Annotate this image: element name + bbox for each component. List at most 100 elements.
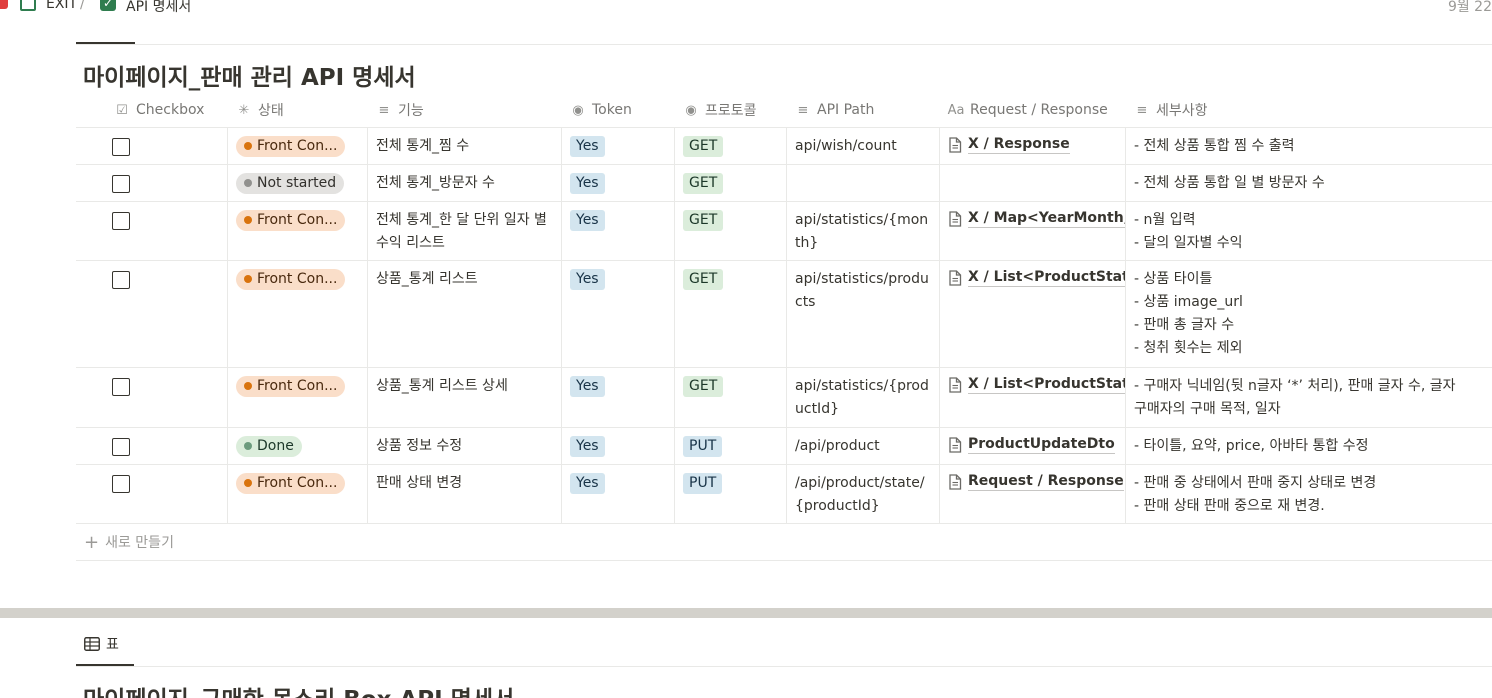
status-cell[interactable]: Not started (228, 165, 368, 201)
feature-cell[interactable]: 전체 통계_한 달 단위 일자 별 수익 리스트 (368, 202, 562, 260)
request-response-cell[interactable] (940, 165, 1126, 201)
database-title[interactable]: 마이페이지_판매 관리 API 명세서 (83, 58, 416, 92)
status-badge: Front Con... (236, 209, 346, 231)
details-cell[interactable]: - n월 입력 - 달의 일자별 수익 (1126, 202, 1492, 260)
api-path-text: api/wish/count (795, 138, 897, 154)
token-cell[interactable]: Yes (562, 368, 675, 427)
api-path-cell[interactable] (787, 165, 940, 201)
column-header-status[interactable]: ✳ 상태 (228, 92, 284, 128)
feature-cell[interactable]: 상품 정보 수정 (368, 428, 562, 464)
protocol-cell[interactable]: GET (675, 261, 787, 367)
feature-cell[interactable]: 상품_통계 리스트 상세 (368, 368, 562, 427)
token-cell[interactable]: Yes (562, 165, 675, 201)
feature-cell[interactable]: 상품_통계 리스트 (368, 261, 562, 367)
protocol-tag: PUT (683, 436, 723, 457)
column-header-feature[interactable]: ≡ 기능 (368, 92, 424, 128)
protocol-cell[interactable]: PUT (675, 465, 787, 523)
feature-cell[interactable]: 전체 통계_찜 수 (368, 128, 562, 164)
view-tab-table[interactable]: 표 (84, 634, 119, 654)
feature-cell[interactable]: 전체 통계_방문자 수 (368, 165, 562, 201)
row-checkbox[interactable] (112, 175, 130, 193)
breadcrumb-item-exit[interactable]: EXIT (46, 0, 77, 12)
request-response-cell[interactable]: ProductUpdateDto (940, 428, 1126, 464)
table-row[interactable]: Front Con... 상품_통계 리스트 Yes GET api/statistic… (76, 261, 1492, 368)
request-response-link[interactable]: X / Response (948, 135, 1070, 154)
request-response-cell[interactable]: Request / Response (940, 465, 1126, 523)
request-response-cell[interactable]: X / Map<YearMonth, (940, 202, 1126, 260)
protocol-tag: GET (683, 173, 724, 194)
detail-line: - 상품 타이틀 (1134, 271, 1213, 287)
view-tab-divider (76, 666, 1492, 667)
text-lines-icon: ≡ (378, 102, 390, 118)
breadcrumb-separator: / (80, 0, 85, 12)
breadcrumb-item-api-spec[interactable]: API 명세서 (126, 0, 191, 16)
token-cell[interactable]: Yes (562, 128, 675, 164)
feature-cell[interactable]: 판매 상태 변경 (368, 465, 562, 523)
status-cell[interactable]: Front Con... (228, 261, 368, 367)
protocol-cell[interactable]: PUT (675, 428, 787, 464)
view-tab-active-indicator[interactable] (76, 42, 135, 44)
api-path-cell[interactable]: api/statistics/products (787, 261, 940, 367)
table-row[interactable]: Front Con... 전체 통계_한 달 단위 일자 별 수익 리스트 Yes G… (76, 202, 1492, 261)
token-cell[interactable]: Yes (562, 202, 675, 260)
details-cell[interactable]: - 상품 타이틀 - 상품 image_url - 판매 총 글자 수 - 청취 횟수… (1126, 261, 1492, 367)
new-row-button[interactable]: + 새로 만들기 (76, 524, 1492, 561)
protocol-cell[interactable]: GET (675, 202, 787, 260)
column-header-token[interactable]: ◉ Token (562, 92, 632, 128)
request-response-link[interactable]: X / List<ProductStatis (948, 268, 1125, 287)
table-row[interactable]: Front Con... 전체 통계_찜 수 Yes GET api/wish/coun… (76, 128, 1492, 165)
column-header-checkbox[interactable]: ☑ Checkbox (106, 92, 204, 128)
column-header-api-path[interactable]: ≡ API Path (787, 92, 875, 128)
api-path-text: api/statistics/{month} (795, 212, 929, 251)
request-response-link[interactable]: Request / Response (948, 472, 1124, 491)
details-cell[interactable]: - 판매 중 상태에서 판매 중지 상태로 변경 - 판매 상태 판매 중으로 재… (1126, 465, 1492, 523)
column-header-details[interactable]: ≡ 세부사항 (1126, 92, 1208, 128)
details-cell[interactable]: - 전체 상품 통합 찜 수 출력 (1126, 128, 1492, 164)
row-checkbox[interactable] (112, 378, 130, 396)
column-header-protocol[interactable]: ◉ 프로토콜 (675, 92, 756, 128)
protocol-cell[interactable]: GET (675, 368, 787, 427)
status-cell[interactable]: Front Con... (228, 128, 368, 164)
row-checkbox[interactable] (112, 438, 130, 456)
table-body: Front Con... 전체 통계_찜 수 Yes GET api/wish/coun… (76, 128, 1492, 524)
details-cell[interactable]: - 타이틀, 요약, price, 아바타 통합 수정 (1126, 428, 1492, 464)
details-cell[interactable]: - 전체 상품 통합 일 별 방문자 수 (1126, 165, 1492, 201)
column-header-request-response[interactable]: Aa Request / Response (940, 92, 1108, 128)
api-path-cell[interactable]: api/statistics/{month} (787, 202, 940, 260)
request-response-cell[interactable]: X / List<ProductStatis (940, 261, 1126, 367)
token-cell[interactable]: Yes (562, 261, 675, 367)
api-path-cell[interactable]: api/statistics/{productId} (787, 368, 940, 427)
status-cell[interactable]: Front Con... (228, 465, 368, 523)
row-checkbox[interactable] (112, 475, 130, 493)
request-response-link[interactable]: ProductUpdateDto (948, 435, 1115, 454)
status-cell[interactable]: Front Con... (228, 368, 368, 427)
protocol-cell[interactable]: GET (675, 128, 787, 164)
request-response-link[interactable]: X / List<ProductStatis (948, 375, 1125, 394)
checkbox-cell (76, 261, 228, 367)
detail-line: - 전체 상품 통합 일 별 방문자 수 (1134, 175, 1325, 191)
status-cell[interactable]: Front Con... (228, 202, 368, 260)
row-checkbox[interactable] (112, 138, 130, 156)
status-badge: Done (236, 435, 302, 457)
table-row[interactable]: Front Con... 상품_통계 리스트 상세 Yes GET api/statis… (76, 368, 1492, 428)
table-row[interactable]: Done 상품 정보 수정 Yes PUT/api/product ProductUpd… (76, 428, 1492, 465)
api-path-cell[interactable]: /api/product (787, 428, 940, 464)
api-path-cell[interactable]: api/wish/count (787, 128, 940, 164)
table-row[interactable]: Front Con... 판매 상태 변경 Yes PUT/api/product/s… (76, 465, 1492, 524)
request-response-link[interactable]: X / Map<YearMonth, (948, 209, 1125, 228)
protocol-cell[interactable]: GET (675, 165, 787, 201)
database-title-2[interactable]: 마이페이지_구매한 목소리 Box API 명세서 (83, 680, 514, 698)
token-cell[interactable]: Yes (562, 428, 675, 464)
details-cell[interactable]: - 구매자 닉네임(뒷 n글자 ‘*’ 처리), 판매 글자 수, 글자 구매자의… (1126, 368, 1492, 427)
status-cell[interactable]: Done (228, 428, 368, 464)
token-cell[interactable]: Yes (562, 465, 675, 523)
last-edited-date: 9월 22 (1447, 0, 1492, 15)
row-checkbox[interactable] (112, 212, 130, 230)
table-row[interactable]: Not started 전체 통계_방문자 수 Yes GET - 전체 상품 통합 일… (76, 165, 1492, 202)
token-tag: Yes (570, 473, 605, 494)
api-path-cell[interactable]: /api/product/state/{productId} (787, 465, 940, 523)
row-checkbox[interactable] (112, 271, 130, 289)
request-response-cell[interactable]: X / List<ProductStatis (940, 368, 1126, 427)
page-document-icon (949, 269, 962, 286)
request-response-cell[interactable]: X / Response (940, 128, 1126, 164)
